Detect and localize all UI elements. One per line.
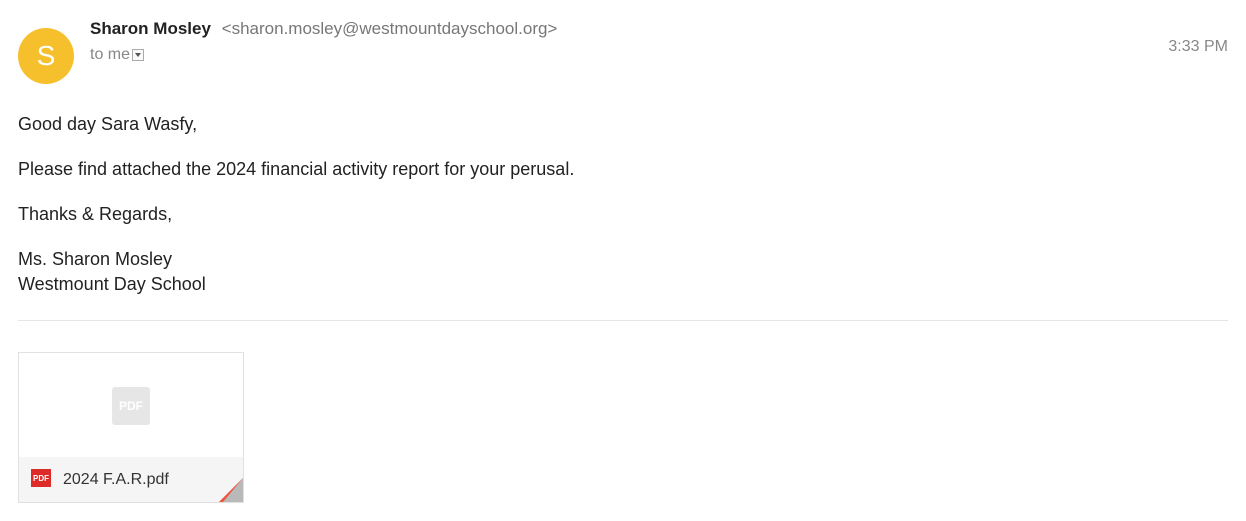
email-timestamp: 3:33 PM bbox=[1168, 38, 1228, 55]
avatar-letter: S bbox=[36, 40, 56, 71]
signature-name: Ms. Sharon Mosley bbox=[18, 249, 173, 269]
pdf-preview-icon: PDF bbox=[112, 387, 150, 425]
sender-email: <sharon.mosley@westmountdayschool.org> bbox=[221, 19, 558, 38]
show-details-dropdown-icon[interactable] bbox=[132, 49, 145, 61]
attachment-preview[interactable]: PDF bbox=[19, 353, 243, 460]
attachment-footer[interactable]: PDF 2024 F.A.R.pdf bbox=[19, 457, 243, 502]
recipient-label: to me bbox=[90, 46, 131, 63]
file-corner-icon bbox=[219, 478, 243, 502]
signature-org: Westmount Day School bbox=[18, 274, 206, 294]
greeting-text: Good day Sara Wasfy, bbox=[18, 114, 198, 134]
sender-line: Sharon Mosley <sharon.mosley@westmountda… bbox=[90, 19, 557, 39]
attachments-divider bbox=[18, 320, 1228, 321]
signature: Ms. Sharon Mosley Westmount Day School bbox=[18, 247, 574, 297]
attachment-card[interactable]: PDF PDF 2024 F.A.R.pdf bbox=[18, 352, 244, 503]
sender-name[interactable]: Sharon Mosley bbox=[90, 19, 211, 38]
sender-avatar[interactable]: S bbox=[18, 28, 74, 84]
attachment-filename[interactable]: 2024 F.A.R.pdf bbox=[63, 471, 169, 489]
body-paragraph: Please find attached the 2024 financial … bbox=[18, 159, 575, 179]
pdf-file-icon: PDF bbox=[31, 469, 51, 487]
closing-text: Thanks & Regards, bbox=[18, 204, 173, 224]
recipient-line: to me bbox=[90, 46, 145, 64]
email-body: Good day Sara Wasfy, Please find attache… bbox=[18, 112, 574, 297]
